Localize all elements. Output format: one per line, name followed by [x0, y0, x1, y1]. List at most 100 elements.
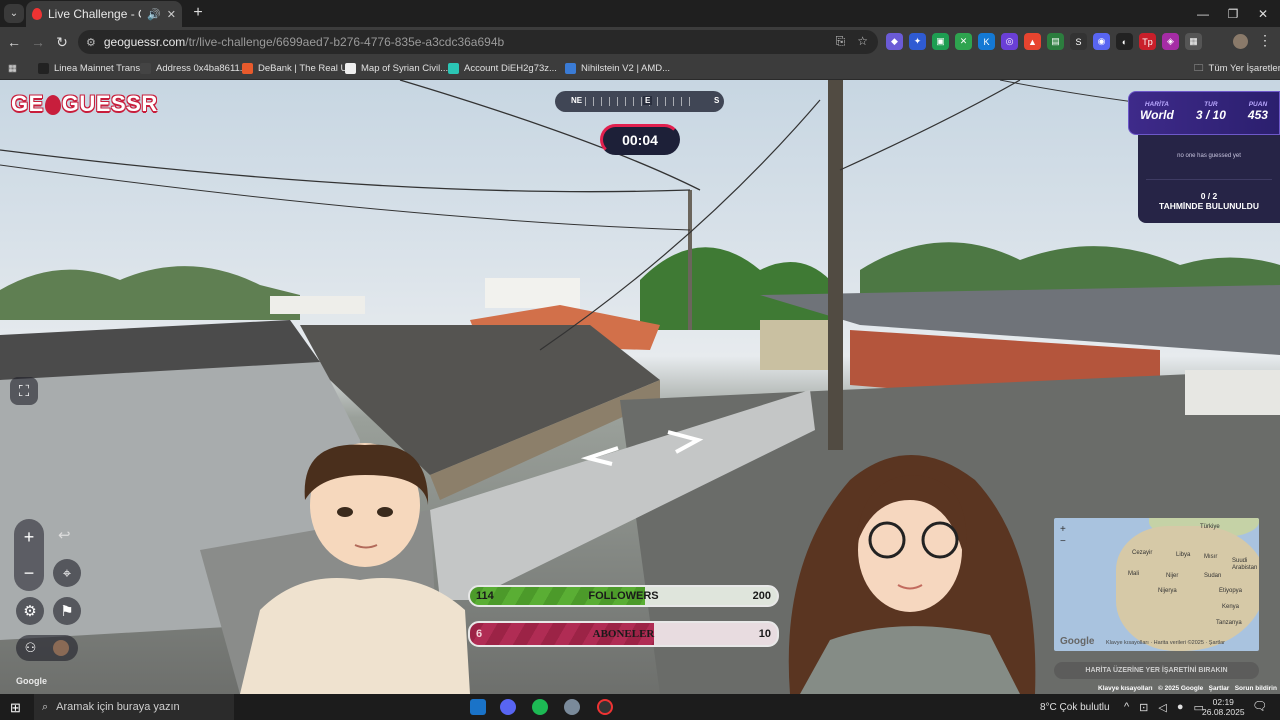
extension-icon[interactable]: ◈: [1162, 33, 1179, 50]
bookmarks-bar: ▦ 🗀 Tüm Yer İşaretleri Linea Mainnet Tra…: [0, 57, 1280, 80]
zoom-in-icon[interactable]: +: [14, 519, 44, 555]
minimize-icon[interactable]: —: [1186, 0, 1220, 27]
extension-icon[interactable]: ▤: [1047, 33, 1064, 50]
logo-pin-icon: [44, 95, 61, 115]
bookmark-item[interactable]: Nihilstein V2 | AMD...: [565, 60, 670, 77]
tab-title: Live Challenge - GeoGuessr: [48, 7, 141, 21]
install-app-icon[interactable]: ⎘: [836, 34, 846, 49]
profile-avatar[interactable]: [1233, 34, 1248, 49]
guess-count: 0 / 2 TAHMİNDE BULUNULDU: [1159, 191, 1259, 211]
weather[interactable]: 8°C Çok bulutlu: [1040, 694, 1110, 720]
extension-icon[interactable]: Tp: [1139, 33, 1156, 50]
bookmark-item[interactable]: Linea Mainnet Trans...: [38, 60, 148, 77]
geoguessr-logo[interactable]: GE GUESSR: [11, 91, 158, 117]
followers-label: FOLLOWERS: [588, 590, 659, 602]
bookmark-favicon-icon: [242, 63, 253, 74]
extension-icon[interactable]: ◐: [1116, 33, 1133, 50]
guess-status-panel: no one has guessed yet 0 / 2 TAHMİNDE BUL…: [1138, 135, 1280, 223]
bookmark-item[interactable]: Address 0x4ba8611...: [140, 60, 248, 77]
extension-icon[interactable]: K: [978, 33, 995, 50]
extension-icon[interactable]: ▦: [1185, 33, 1202, 50]
extensions-area: ◆ ✦ ▣ ✕ K ◎ ▲ ▤ S ◉ ◐ Tp ◈ ▦: [886, 33, 1202, 50]
discord-icon[interactable]: [500, 699, 516, 715]
apps-grid-icon[interactable]: ▦: [8, 60, 17, 77]
all-bookmarks-folder[interactable]: 🗀 Tüm Yer İşaretleri: [1194, 60, 1280, 77]
bookmark-favicon-icon: [38, 63, 49, 74]
close-window-icon[interactable]: ✕: [1246, 0, 1280, 27]
players-toggle[interactable]: ⚇: [16, 635, 78, 661]
back-icon[interactable]: ←: [4, 32, 24, 52]
minimap-zoom[interactable]: + −: [1060, 524, 1066, 548]
taskbar-search[interactable]: ⌕ Aramak için buraya yazın: [34, 694, 234, 720]
map-label: HARİTA: [1144, 101, 1169, 108]
tray-chevron-icon[interactable]: ^: [1124, 701, 1129, 713]
round-timer: 00:04: [600, 124, 680, 155]
compass-ne: NE: [571, 96, 583, 105]
microphone-icon[interactable]: ●: [1177, 701, 1184, 713]
bookmark-item[interactable]: Account DiEH2g73z...: [448, 60, 557, 77]
tab-geoguessr[interactable]: Live Challenge - GeoGuessr 🔊 ✕: [26, 1, 182, 27]
followers-goal: 200: [752, 590, 771, 602]
no-guess-text: no one has guessed yet: [1177, 153, 1241, 159]
site-info-icon[interactable]: ⚙: [86, 36, 96, 49]
report-location-icon[interactable]: ⛶: [10, 377, 38, 405]
settings-gear-icon[interactable]: ⚙: [16, 597, 44, 625]
extension-icon[interactable]: ▣: [932, 33, 949, 50]
extension-icon[interactable]: S: [1070, 33, 1087, 50]
map-value: World: [1140, 108, 1174, 122]
obs-icon[interactable]: [597, 699, 613, 715]
close-tab-icon[interactable]: ✕: [167, 8, 176, 21]
extension-icon[interactable]: ◎: [1001, 33, 1018, 50]
zoom-controls: + −: [14, 519, 44, 591]
restore-icon[interactable]: ❐: [1216, 0, 1250, 27]
undo-move-icon[interactable]: ↩: [58, 526, 71, 544]
players-icon: ⚇: [24, 640, 37, 655]
bookmark-item[interactable]: Map of Syrian Civil...: [345, 60, 448, 77]
tab-strip: ⌄ Live Challenge - GeoGuessr 🔊 ✕ + — ❐ ✕: [0, 0, 1280, 27]
spotify-icon[interactable]: [532, 699, 548, 715]
bookmark-favicon-icon: [345, 63, 356, 74]
flag-icon[interactable]: ⚑: [53, 597, 81, 625]
forward-icon[interactable]: →: [28, 32, 48, 52]
place-marker-button[interactable]: HARİTA ÜZERİNE YER İŞARETİNİ BIRAKIN: [1054, 662, 1259, 679]
extension-icon[interactable]: ✦: [909, 33, 926, 50]
windows-start-icon[interactable]: ⊞: [10, 700, 21, 716]
google-watermark: Google: [16, 676, 47, 686]
reload-icon[interactable]: ↻: [52, 32, 72, 52]
url-text: geoguessr.com/tr/live-challenge/6699aed7…: [103, 35, 505, 49]
bookmark-item[interactable]: DeBank | The Real U...: [242, 60, 355, 77]
browser-toolbar: ← → ↻ ⚙ geoguessr.com/tr/live-challenge/…: [0, 27, 1280, 57]
clock[interactable]: 02:19 26.08.2025: [1202, 697, 1245, 717]
volume-icon[interactable]: ◁: [1158, 701, 1166, 714]
bookmark-star-icon[interactable]: ☆: [857, 34, 868, 49]
extension-icon[interactable]: ◆: [886, 33, 903, 50]
subscribers-goal-bar: 6 ABONELER 10: [468, 621, 779, 647]
guess-minimap[interactable]: + − Türkiye Cezayir Libya Mısır Mali Nije…: [1054, 518, 1259, 651]
minimap-google-mark: Google: [1060, 636, 1095, 647]
score-value: 453: [1247, 108, 1268, 122]
audio-playing-icon[interactable]: 🔊: [147, 8, 161, 21]
bookmark-favicon-icon: [448, 63, 459, 74]
extension-icon[interactable]: ▲: [1024, 33, 1041, 50]
round-value: 3 / 10: [1195, 108, 1226, 122]
notifications-icon[interactable]: 🗨: [1252, 699, 1267, 713]
network-icon[interactable]: ⊡: [1139, 701, 1148, 714]
street-view-panorama[interactable]: GE GUESSR NE E S 00:04 HARİTA World TUR 3 /…: [0, 80, 1280, 694]
subscribers-goal: 10: [758, 628, 771, 640]
tab-search-button[interactable]: ⌄: [4, 4, 24, 23]
system-tray[interactable]: ^ ⊡ ◁ ● ▭: [1124, 694, 1204, 720]
taskbar-app-4-icon[interactable]: [564, 699, 580, 715]
taskbar-app-1-icon[interactable]: [470, 699, 486, 715]
extension-icon[interactable]: ✕: [955, 33, 972, 50]
browser-menu-icon[interactable]: ⋮: [1258, 32, 1272, 49]
zoom-out-icon[interactable]: −: [14, 555, 44, 591]
compass-s: S: [714, 96, 720, 105]
extension-icon[interactable]: ◉: [1093, 33, 1110, 50]
return-to-start-icon[interactable]: ⌖: [53, 559, 81, 587]
new-tab-button[interactable]: +: [188, 3, 208, 23]
address-bar[interactable]: ⚙ geoguessr.com/tr/live-challenge/6699ae…: [78, 30, 878, 54]
search-icon: ⌕: [42, 700, 49, 713]
subscribers-label: ABONELER: [592, 628, 655, 640]
compass-e: E: [643, 96, 653, 105]
round-label: TUR: [1204, 101, 1218, 108]
